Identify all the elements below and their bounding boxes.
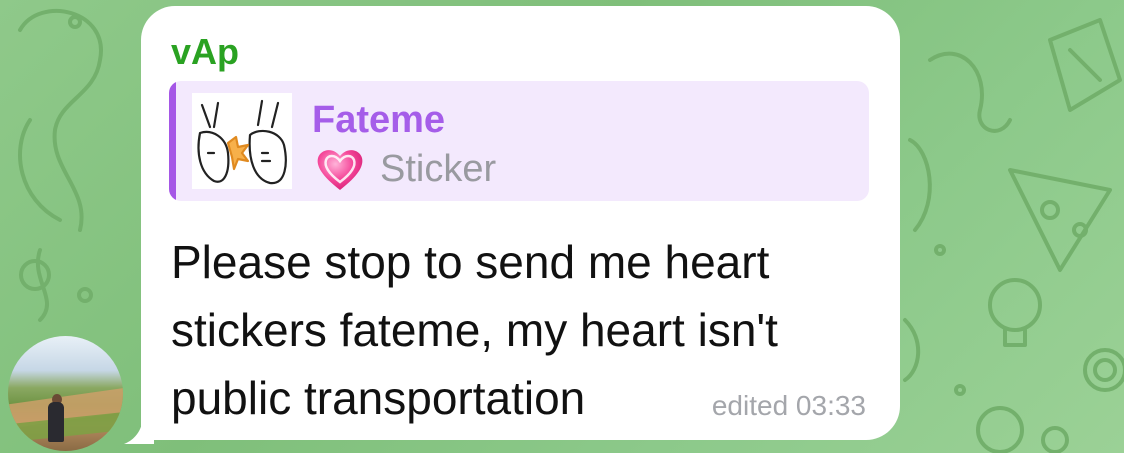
reply-type-label: Sticker: [380, 148, 497, 190]
reply-content: Sticker: [314, 145, 496, 193]
reply-preview[interactable]: Fateme Sticker: [169, 81, 869, 201]
message-bubble[interactable]: vAp Fateme Sticker Please stop to send m…: [141, 6, 900, 440]
message-meta: edited 03:33: [711, 390, 866, 421]
sticker-thumbnail: [192, 93, 292, 189]
reply-sender-name: Fateme: [312, 99, 446, 141]
pink-heart-icon: [317, 150, 363, 190]
reply-accent-bar: [169, 81, 176, 201]
sender-name[interactable]: vAp: [171, 34, 239, 70]
avatar[interactable]: [8, 336, 123, 451]
